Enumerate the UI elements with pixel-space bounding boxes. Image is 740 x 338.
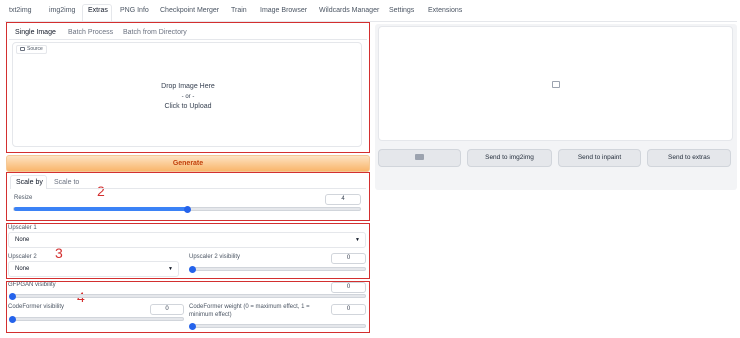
upscaler-2-label: Upscaler 2: [8, 254, 37, 260]
image-icon: [20, 46, 25, 51]
source-label-chip: Source: [16, 45, 47, 54]
codeformer-visibility-label: CodeFormer visibility: [8, 304, 65, 310]
tab-batch-from-directory[interactable]: Batch from Directory: [123, 29, 187, 36]
codeformer-weight-slider[interactable]: [189, 322, 366, 330]
codeformer-visibility-slider[interactable]: [9, 315, 184, 323]
upload-or-text: - or -: [181, 94, 195, 100]
tab-scale-by[interactable]: Scale by: [16, 179, 43, 186]
resize-slider-thumb[interactable]: [183, 205, 191, 213]
upscaler-2-dropdown[interactable]: None ▼: [8, 261, 179, 277]
tab-scale-to[interactable]: Scale to: [54, 179, 79, 186]
main-tabs: txt2img img2img Extras PNG Info Checkpoi…: [0, 0, 740, 22]
send-to-extras-button[interactable]: Send to extras: [647, 149, 731, 167]
send-to-img2img-button[interactable]: Send to img2img: [467, 149, 552, 167]
upload-prompt: Drop Image Here - or - Click to Upload: [13, 82, 363, 112]
tab-train[interactable]: Train: [231, 7, 247, 14]
upscaler-1-label: Upscaler 1: [8, 225, 37, 231]
tab-single-image[interactable]: Single Image: [15, 29, 56, 36]
annotation-number-2: 2: [97, 183, 105, 199]
upload-drop-text: Drop Image Here: [161, 83, 215, 90]
codeformer-weight-slider-thumb[interactable]: [189, 322, 196, 330]
output-image-area: [378, 26, 733, 141]
tab-batch-process[interactable]: Batch Process: [68, 29, 113, 36]
open-folder-button[interactable]: [378, 149, 461, 167]
tab-extras[interactable]: Extras: [88, 7, 108, 14]
chevron-down-icon: ▼: [355, 237, 360, 243]
upscaler-2-visibility-slider[interactable]: [189, 265, 366, 273]
tab-png-info[interactable]: PNG Info: [120, 7, 149, 14]
tab-extensions[interactable]: Extensions: [428, 7, 462, 14]
upload-click-text: Click to Upload: [164, 103, 212, 110]
upscaler-2-visibility-label: Upscaler 2 visibility: [189, 254, 241, 260]
tab-settings[interactable]: Settings: [389, 7, 414, 14]
tab-img2img[interactable]: img2img: [49, 7, 75, 14]
upscaler-1-dropdown[interactable]: None ▼: [8, 232, 366, 248]
tab-txt2img[interactable]: txt2img: [9, 7, 32, 14]
upscaler-2-visibility-slider-thumb[interactable]: [189, 265, 196, 273]
subtab-divider: [9, 39, 367, 40]
image-drop-zone[interactable]: Source Drop Image Here - or - Click to U…: [12, 42, 362, 147]
codeformer-weight-label: CodeFormer weight (0 = maximum effect, 1…: [189, 304, 310, 318]
gfpgan-visibility-slider-thumb[interactable]: [9, 292, 16, 300]
image-placeholder-icon: [552, 81, 560, 88]
resize-label: Resize: [14, 195, 33, 201]
gfpgan-visibility-input[interactable]: 0: [331, 282, 366, 293]
upscaler-2-visibility-input[interactable]: 0: [331, 253, 366, 264]
generate-button[interactable]: Generate: [6, 155, 370, 172]
chevron-down-icon: ▼: [168, 266, 173, 272]
codeformer-visibility-slider-thumb[interactable]: [9, 315, 16, 323]
scale-tabs-divider: [46, 188, 366, 189]
resize-number-input[interactable]: 4: [325, 194, 361, 205]
codeformer-weight-input[interactable]: 0: [331, 304, 366, 315]
gfpgan-visibility-label: GFPGAN visibility: [8, 282, 56, 288]
upscaler-2-value: None: [15, 266, 30, 272]
resize-slider-fill: [14, 207, 187, 211]
gfpgan-visibility-slider[interactable]: [9, 292, 366, 300]
tab-checkpoint-merger[interactable]: Checkpoint Merger: [160, 7, 219, 14]
tab-image-browser[interactable]: Image Browser: [260, 7, 307, 14]
folder-icon: [415, 154, 424, 161]
resize-slider[interactable]: [13, 205, 361, 213]
send-to-inpaint-button[interactable]: Send to inpaint: [558, 149, 641, 167]
source-label: Source: [27, 46, 43, 52]
codeformer-visibility-input[interactable]: 0: [150, 304, 184, 315]
upscaler-1-value: None: [15, 237, 30, 243]
tab-wildcards-manager[interactable]: Wildcards Manager: [319, 7, 379, 14]
